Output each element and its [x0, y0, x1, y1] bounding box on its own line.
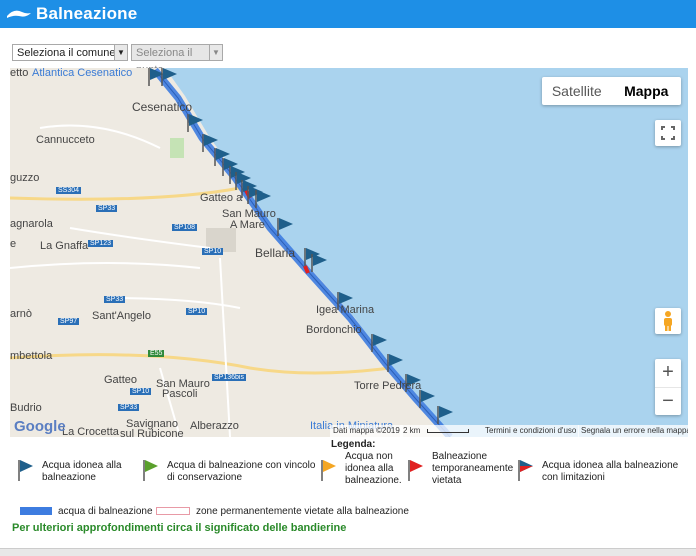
scale-bar — [426, 428, 469, 433]
zoom-in-button[interactable]: + — [655, 359, 681, 388]
legend-label: Acqua non idonea alla balneazione. — [345, 451, 402, 486]
satellite-button[interactable]: Satellite — [542, 77, 612, 105]
bathing-water-swatch — [20, 507, 52, 515]
map-label: Sant'Angelo — [92, 310, 151, 322]
map-label: Bellaria — [255, 246, 296, 260]
beach-flag-icon — [371, 334, 387, 352]
beach-flag-icon — [437, 406, 453, 424]
map-label: Cesenatico — [132, 100, 193, 114]
report-error-link[interactable]: Segnala un errore nella mappa — [578, 425, 688, 437]
comune-select[interactable]: Seleziona il comune ▼ — [12, 44, 128, 61]
map-label: Gatteo a — [200, 192, 243, 204]
road-shield: SP33 — [104, 296, 126, 303]
zoom-out-button[interactable]: − — [655, 388, 681, 416]
blue-red-flag-icon — [518, 460, 533, 481]
beach-flag-icon — [161, 68, 177, 86]
map[interactable]: etto Atlantica Cesenatico Cesenatico Can… — [10, 68, 688, 437]
fullscreen-icon — [661, 126, 675, 140]
map-label: Pascoli — [162, 388, 198, 400]
road-shield: SP33 — [118, 404, 140, 411]
map-label: sul Rubicone — [120, 428, 184, 437]
map-label: Alberazzo — [190, 420, 239, 432]
beach-flag-icon — [419, 390, 435, 408]
map-label: La Gnaffa — [40, 240, 89, 252]
road-shield: SP123 — [88, 240, 114, 247]
legend-item: Acqua di balneazione con vincolo di cons… — [143, 458, 315, 488]
beach-flag-icon — [387, 354, 403, 372]
legend-item: Acqua idonea alla balneazione — [18, 458, 138, 488]
pegman-icon — [664, 311, 672, 331]
green-flag-icon — [143, 460, 158, 481]
scale-label: 2 km — [403, 426, 421, 435]
legend-title: Legenda: — [331, 439, 376, 450]
legend-item: Acqua non idonea alla balneazione. — [321, 451, 405, 489]
map-label: arnò — [10, 308, 33, 320]
page-title: Balneazione — [36, 4, 138, 23]
road-shield: SP108 — [172, 224, 198, 231]
road-shield: SP33 — [96, 205, 118, 212]
road-shield: SP10 — [130, 388, 152, 395]
road-shield: SP10 — [202, 248, 224, 255]
road-shield: SP10 — [186, 308, 208, 315]
map-scale[interactable]: 2 km — [400, 425, 482, 437]
legend-label: acqua di balneazione — [58, 506, 153, 517]
road-shield: E55 — [148, 350, 165, 357]
fullscreen-button[interactable] — [655, 120, 681, 146]
map-label: etto — [10, 68, 29, 79]
google-logo[interactable]: Google — [14, 418, 66, 435]
orange-flag-icon — [321, 460, 336, 481]
map-label: Igea Marina — [316, 304, 375, 316]
road-shield: SP136bis — [212, 374, 246, 381]
street-view-button[interactable] — [655, 308, 681, 334]
legend-label: Acqua idonea alla balneazione — [42, 460, 122, 483]
legend-label: Balneazione temporaneamente vietata — [432, 451, 514, 486]
map-button[interactable]: Mappa — [612, 77, 682, 105]
legend-item: Acqua idonea alla balneazione con limita… — [518, 458, 688, 488]
map-label: mbettola — [10, 350, 53, 362]
map-label: La Crocetta — [62, 426, 119, 437]
map-label: agnarola — [10, 218, 53, 230]
map-label: guzzo — [10, 172, 40, 184]
map-type-control: Satellite Mappa — [542, 77, 681, 105]
map-label: A Mare — [230, 219, 265, 231]
wave-logo-icon — [7, 10, 31, 18]
beach-flag-icon — [277, 218, 293, 236]
map-label: Gatteo — [104, 374, 138, 386]
forbidden-zone-swatch — [156, 507, 190, 515]
map-data-attribution: Dati mappa ©2019 — [330, 425, 403, 437]
chevron-down-icon: ▼ — [209, 45, 222, 60]
legend-label: Acqua idonea alla balneazione con limita… — [542, 460, 679, 483]
road-shield: SP97 — [58, 318, 80, 325]
chevron-down-icon: ▼ — [114, 45, 127, 60]
map-poi-label: Atlantica Cesenatico — [32, 68, 133, 79]
beach-flag-icon — [187, 114, 203, 132]
flags-info-link[interactable]: Per ulteriori approfondimenti circa il s… — [12, 522, 346, 534]
top-bar: Balneazione — [0, 0, 696, 28]
map-label: Torre Pedrera — [354, 380, 422, 392]
terms-link[interactable]: Termini e condizioni d'uso — [482, 425, 580, 437]
beach-flag-icon — [255, 190, 271, 208]
legend-label: Acqua di balneazione con vincolo di cons… — [167, 460, 316, 483]
blue-flag-icon — [18, 460, 33, 481]
map-label: Cannucceto — [36, 134, 95, 146]
road-shield: SS304 — [56, 187, 82, 194]
map-label: Bordonchio — [306, 324, 362, 336]
punto-select[interactable]: Seleziona il punto ▼ — [131, 44, 223, 76]
legend-label: zone permanentemente vietate alla balnea… — [196, 506, 409, 517]
beach-flag-icon — [311, 254, 327, 272]
map-label: e — [10, 238, 17, 250]
map-label: Budrio — [10, 402, 42, 414]
red-flag-icon — [408, 460, 423, 481]
comune-select-value: Seleziona il comune — [17, 47, 116, 59]
legend-item: Balneazione temporaneamente vietata — [408, 451, 513, 489]
zoom-control: + − — [655, 359, 681, 415]
